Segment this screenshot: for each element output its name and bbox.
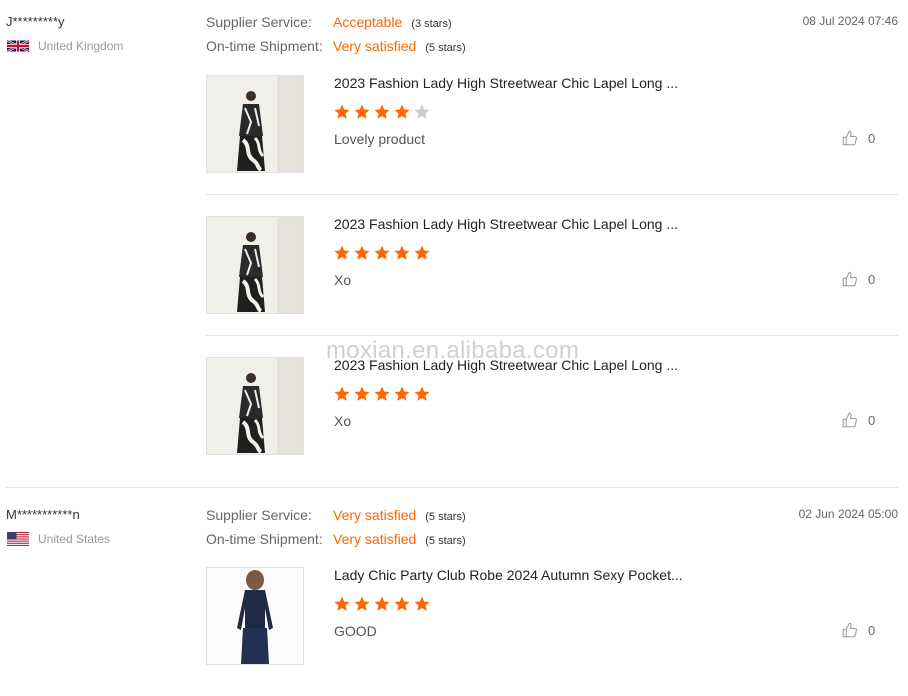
country-label: United States: [38, 532, 111, 546]
supplier-service-rating: Supplier Service: Acceptable (3 stars): [206, 14, 452, 30]
like-button[interactable]: 0: [841, 270, 875, 288]
thumbs-up-icon: [842, 271, 858, 287]
star-filled-icon: [414, 245, 430, 260]
shipment-stars: (5 stars): [425, 535, 466, 547]
supplier-service-value: Very satisfied: [333, 507, 417, 523]
product-title[interactable]: 2023 Fashion Lady High Streetwear Chic L…: [334, 216, 678, 232]
product-title[interactable]: 2023 Fashion Lady High Streetwear Chic L…: [334, 357, 678, 373]
like-button[interactable]: 0: [841, 411, 875, 429]
supplier-service-stars: (5 stars): [425, 511, 466, 523]
product-thumbnail[interactable]: [206, 216, 304, 314]
star-filled-icon: [394, 104, 410, 119]
star-rating: [333, 595, 433, 613]
review-comment: GOOD: [334, 623, 377, 639]
star-filled-icon: [394, 596, 410, 611]
review-date: 08 Jul 2024 07:46: [802, 14, 898, 28]
reviewer-country: United Kingdom: [6, 39, 124, 53]
product-thumbnail[interactable]: [206, 567, 304, 665]
star-filled-icon: [354, 386, 370, 401]
product-thumbnail[interactable]: [206, 357, 304, 455]
star-filled-icon: [374, 386, 390, 401]
product-title[interactable]: 2023 Fashion Lady High Streetwear Chic L…: [334, 75, 678, 91]
star-rating: [333, 244, 433, 262]
star-filled-icon: [334, 245, 350, 260]
star-filled-icon: [354, 596, 370, 611]
star-filled-icon: [354, 104, 370, 119]
product-title[interactable]: Lady Chic Party Club Robe 2024 Autumn Se…: [334, 567, 683, 583]
star-filled-icon: [394, 386, 410, 401]
shipment-stars: (5 stars): [425, 42, 466, 54]
thumbs-up-icon: [842, 622, 858, 638]
thumbs-up-icon: [842, 130, 858, 146]
supplier-service-stars: (3 stars): [411, 18, 452, 30]
reviewer-name: M***********n: [6, 507, 80, 522]
star-filled-icon: [334, 386, 350, 401]
supplier-service-value: Acceptable: [333, 14, 403, 30]
review-comment: Xo: [334, 272, 352, 288]
like-button[interactable]: 0: [841, 621, 875, 639]
like-button[interactable]: 0: [841, 129, 875, 147]
star-empty-icon: [414, 104, 430, 119]
item-divider: [206, 194, 898, 195]
star-filled-icon: [334, 596, 350, 611]
star-filled-icon: [374, 245, 390, 260]
review-divider: [6, 487, 898, 488]
star-filled-icon: [414, 386, 430, 401]
country-label: United Kingdom: [38, 39, 124, 53]
product-thumbnail[interactable]: [206, 75, 304, 173]
thumbs-up-icon: [842, 412, 858, 428]
star-filled-icon: [354, 245, 370, 260]
star-rating: [333, 103, 433, 121]
us-flag-icon: [7, 532, 29, 546]
supplier-service-rating: Supplier Service: Very satisfied (5 star…: [206, 507, 466, 523]
supplier-service-label: Supplier Service:: [206, 14, 312, 30]
star-filled-icon: [374, 596, 390, 611]
shipment-rating: On-time Shipment: Very satisfied (5 star…: [206, 531, 466, 547]
shipment-label: On-time Shipment:: [206, 38, 323, 54]
like-count: 0: [868, 412, 876, 428]
star-filled-icon: [414, 596, 430, 611]
like-count: 0: [868, 622, 876, 638]
uk-flag-icon: [6, 39, 30, 53]
shipment-rating: On-time Shipment: Very satisfied (5 star…: [206, 38, 466, 54]
review-comment: Lovely product: [334, 131, 426, 147]
review-date: 02 Jun 2024 05:00: [798, 507, 898, 521]
star-filled-icon: [334, 104, 350, 119]
like-count: 0: [868, 130, 876, 146]
star-filled-icon: [394, 245, 410, 260]
shipment-value: Very satisfied: [333, 38, 417, 54]
shipment-label: On-time Shipment:: [206, 531, 323, 547]
review-comment: Xo: [334, 413, 352, 429]
star-rating: [333, 385, 433, 403]
like-count: 0: [868, 271, 876, 287]
reviewer-name: J*********y: [6, 14, 65, 29]
shipment-value: Very satisfied: [333, 531, 417, 547]
item-divider: [206, 335, 898, 336]
reviewer-country: United States: [7, 532, 110, 546]
star-filled-icon: [374, 104, 390, 119]
supplier-service-label: Supplier Service:: [206, 507, 312, 523]
